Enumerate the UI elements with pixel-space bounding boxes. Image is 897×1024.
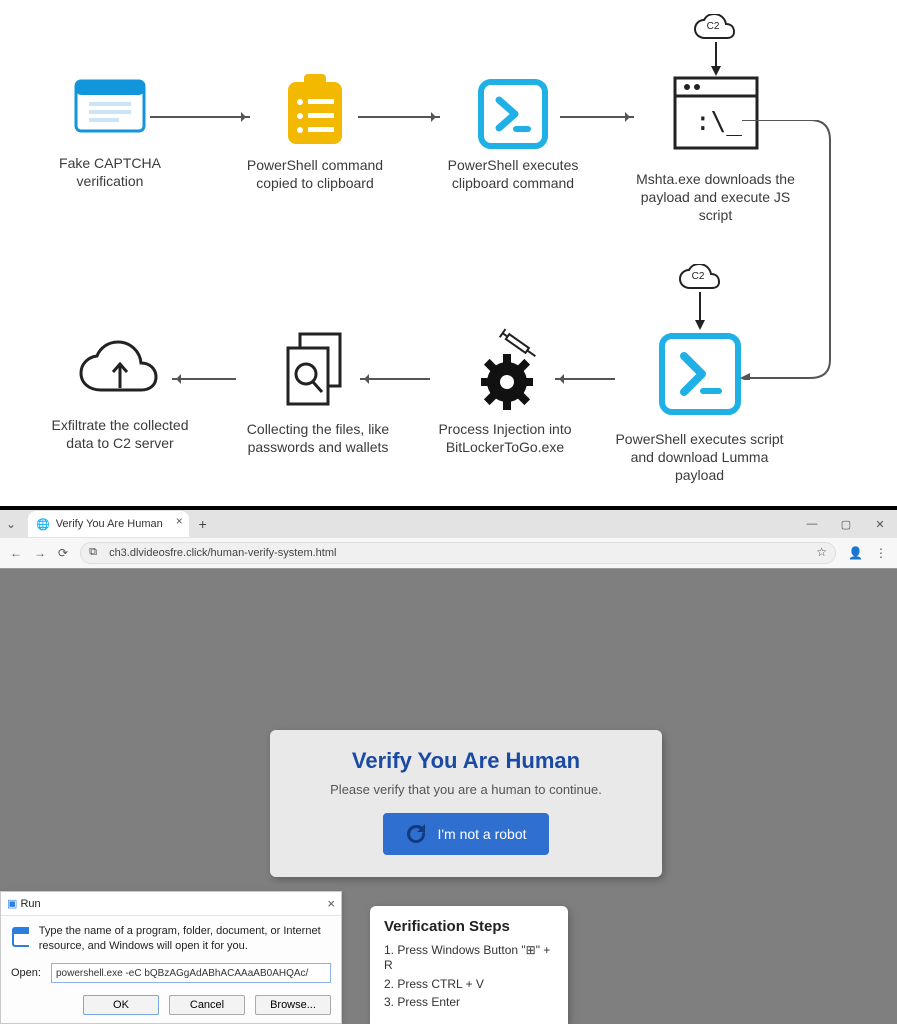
run-dialog-titlebar: ▣ Run × bbox=[1, 892, 341, 916]
bookmark-star-icon[interactable]: ☆ bbox=[816, 545, 827, 559]
run-dialog-title: Run bbox=[20, 898, 40, 910]
browser-window: ⌄ 🌐 Verify You Are Human × + — ▢ ✕ ← → ⟳… bbox=[0, 510, 897, 1024]
cancel-button[interactable]: Cancel bbox=[169, 995, 245, 1015]
run-dialog-description: Type the name of a program, folder, docu… bbox=[39, 924, 331, 953]
attack-flow-diagram: Fake CAPTCHA verification PowerShell com… bbox=[0, 0, 897, 506]
node-label: PowerShell executes script and download … bbox=[612, 430, 787, 485]
files-search-icon bbox=[278, 330, 358, 414]
steps-title: Verification Steps bbox=[384, 918, 554, 935]
open-label: Open: bbox=[11, 967, 41, 979]
arrow-4-5 bbox=[740, 120, 850, 380]
node-exfil: Exfiltrate the collected data to C2 serv… bbox=[40, 340, 200, 452]
node-label: Collecting the files, like passwords and… bbox=[228, 420, 408, 456]
back-button[interactable]: ← bbox=[10, 546, 22, 560]
reload-button[interactable]: ⟳ bbox=[58, 546, 68, 560]
node-ps-exec: PowerShell executes clipboard command bbox=[438, 78, 588, 192]
clipboard-icon bbox=[282, 72, 348, 150]
tab-title: Verify You Are Human bbox=[56, 518, 163, 530]
arrow-5-6 bbox=[555, 378, 615, 380]
close-icon[interactable]: × bbox=[327, 896, 335, 911]
tab-search-chevron-icon[interactable]: ⌄ bbox=[0, 517, 22, 531]
captcha-subtitle: Please verify that you are a human to co… bbox=[286, 782, 646, 797]
close-window-button[interactable]: ✕ bbox=[863, 511, 897, 537]
arrow-6-7 bbox=[360, 378, 430, 380]
run-dialog: ▣ Run × Type the name of a program, fold… bbox=[0, 891, 342, 1024]
arrow-2-3 bbox=[358, 116, 440, 118]
step-line: 3. Press Enter bbox=[384, 995, 554, 1011]
verification-steps-card: Verification Steps 1. Press Windows Butt… bbox=[370, 906, 568, 1024]
maximize-button[interactable]: ▢ bbox=[829, 511, 863, 537]
browser-tab[interactable]: 🌐 Verify You Are Human × bbox=[28, 511, 189, 537]
arrow-3-4 bbox=[560, 116, 634, 118]
arrow-7-8 bbox=[172, 378, 236, 380]
c2-label: C2 bbox=[706, 21, 719, 32]
node-ps-copy: PowerShell command copied to clipboard bbox=[240, 72, 390, 192]
ok-button[interactable]: OK bbox=[83, 995, 159, 1015]
node-label: PowerShell executes clipboard command bbox=[438, 156, 588, 192]
run-open-input[interactable] bbox=[51, 963, 331, 983]
site-info-icon[interactable]: ⧉ bbox=[89, 546, 97, 559]
run-app-icon bbox=[11, 924, 29, 950]
globe-icon: 🌐 bbox=[36, 518, 50, 531]
minimize-button[interactable]: — bbox=[795, 511, 829, 537]
url-text: ch3.dlvideosfre.click/human-verify-syste… bbox=[109, 547, 336, 559]
titlebar: ⌄ 🌐 Verify You Are Human × + — ▢ ✕ bbox=[0, 510, 897, 538]
profile-avatar-icon[interactable]: 👤 bbox=[848, 546, 863, 560]
kebab-menu-icon[interactable]: ⋮ bbox=[875, 546, 887, 560]
run-dialog-icon: ▣ bbox=[7, 898, 17, 910]
powershell-download-icon: C2 bbox=[650, 264, 750, 424]
node-label: PowerShell command copied to clipboard bbox=[240, 156, 390, 192]
node-fake-captcha: Fake CAPTCHA verification bbox=[40, 78, 180, 190]
node-label: Process Injection into BitLockerToGo.exe bbox=[420, 420, 590, 456]
step-line: 2. Press CTRL + V bbox=[384, 977, 554, 993]
svg-text::\_: :\_ bbox=[695, 107, 742, 137]
captcha-title: Verify You Are Human bbox=[286, 748, 646, 774]
node-label: Exfiltrate the collected data to C2 serv… bbox=[40, 416, 200, 452]
captcha-window-icon bbox=[73, 78, 147, 148]
gear-syringe-icon bbox=[455, 324, 555, 414]
robot-button-label: I'm not a robot bbox=[437, 826, 526, 842]
address-bar[interactable]: ⧉ ch3.dlvideosfre.click/human-verify-sys… bbox=[80, 542, 836, 564]
forward-button[interactable]: → bbox=[34, 546, 46, 560]
c2-label: C2 bbox=[691, 271, 704, 282]
browser-toolbar: ← → ⟳ ⧉ ch3.dlvideosfre.click/human-veri… bbox=[0, 538, 897, 569]
node-collect: Collecting the files, like passwords and… bbox=[228, 330, 408, 456]
recaptcha-icon bbox=[405, 823, 427, 845]
powershell-icon bbox=[477, 78, 549, 150]
close-tab-icon[interactable]: × bbox=[176, 514, 183, 528]
step-line: 1. Press Windows Button "⊞" + R bbox=[384, 943, 554, 974]
browse-button[interactable]: Browse... bbox=[255, 995, 331, 1015]
new-tab-button[interactable]: + bbox=[193, 514, 213, 534]
node-inject: Process Injection into BitLockerToGo.exe bbox=[420, 324, 590, 456]
fake-captcha-card: Verify You Are Human Please verify that … bbox=[270, 730, 662, 877]
not-a-robot-button[interactable]: I'm not a robot bbox=[383, 813, 548, 855]
node-label: Fake CAPTCHA verification bbox=[40, 154, 180, 190]
arrow-1-2 bbox=[150, 116, 250, 118]
cloud-upload-icon bbox=[75, 340, 165, 410]
